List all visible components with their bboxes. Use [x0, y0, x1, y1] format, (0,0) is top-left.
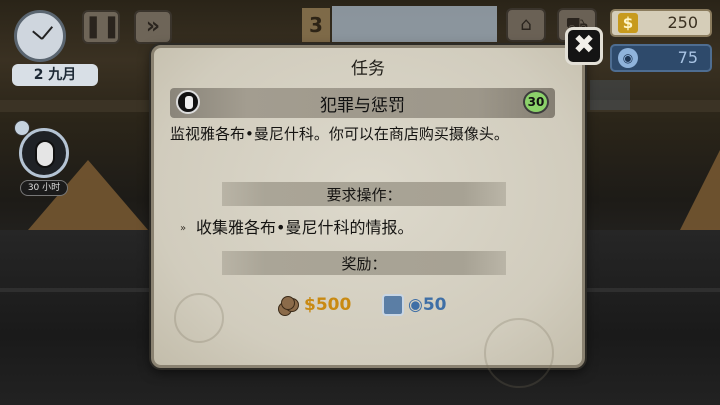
requirements-heading: 要求操作：: [326, 186, 402, 204]
coin-stack-icon: [278, 296, 302, 316]
rewards-heading: 奖励：: [341, 255, 387, 273]
bag-icon: ⌂: [520, 14, 532, 35]
reputation-icon: ◉: [618, 48, 638, 68]
clock-icon: [14, 10, 66, 62]
rewards-heading-band: 奖励：: [222, 251, 506, 275]
close-button[interactable]: ✖: [565, 27, 603, 65]
surveillance-task-icon: [19, 128, 69, 178]
date-label: 2 九月: [12, 64, 98, 86]
money-reward-value: $500: [304, 295, 352, 315]
dialog-title: 任务: [351, 59, 385, 79]
requirement-item: » 收集雅各布•曼尼什科的情报。: [180, 214, 413, 238]
reputation-counter: ◉ 75: [610, 44, 712, 72]
task-time-remaining: 30 小时: [20, 180, 68, 196]
decorative-stamp: [174, 293, 224, 343]
background-window: [590, 80, 630, 110]
money-counter: $ 250: [610, 9, 712, 37]
shield-icon: [382, 294, 404, 316]
reputation-reward-value: ◉50: [408, 295, 447, 315]
task-description: 监视雅各布•曼尼什科。你可以在商店购买摄像头。: [170, 125, 509, 143]
requirement-text: 收集雅各布•曼尼什科的情报。: [196, 218, 414, 237]
task-header: 犯罪与惩罚 30: [170, 88, 555, 118]
day-counter: 3: [302, 8, 330, 42]
requirements-heading-band: 要求操作：: [222, 182, 506, 206]
money-value: 250: [667, 13, 698, 32]
active-task-indicator[interactable]: 30 小时: [14, 120, 72, 196]
fast-forward-button[interactable]: »: [134, 10, 172, 44]
pause-button[interactable]: ❚❚: [82, 10, 121, 44]
dollar-icon: $: [618, 13, 638, 33]
reputation-value: 75: [677, 48, 698, 67]
top-banner: [332, 6, 497, 42]
arrow-bullet-icon: »: [180, 223, 187, 234]
bag-button[interactable]: ⌂: [506, 8, 546, 42]
task-title: 犯罪与惩罚: [320, 96, 405, 116]
tent-decoration: [680, 150, 720, 230]
task-time-badge: 30: [523, 90, 549, 114]
decorative-stamp: [484, 318, 554, 388]
